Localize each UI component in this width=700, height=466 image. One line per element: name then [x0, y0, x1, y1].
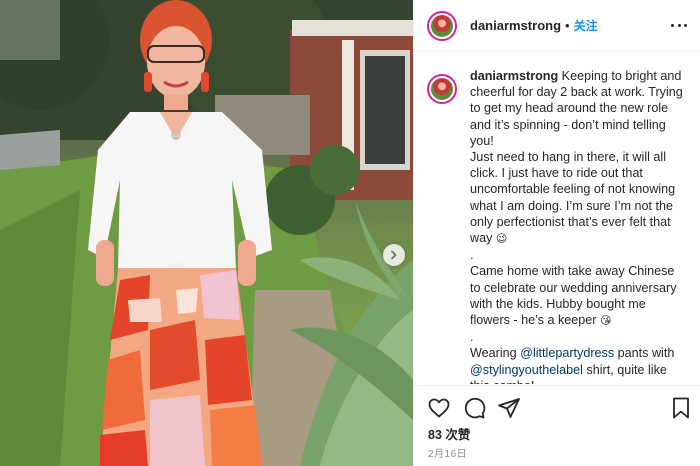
- caption-paragraph-1: daniarmstrong Keeping to bright and chee…: [470, 68, 687, 149]
- wink-emoji: 😉: [495, 232, 508, 246]
- caption-paragraph-4: Wearing @littlepartydress pants with @st…: [470, 345, 687, 384]
- kiss-emoji: 😘: [599, 314, 612, 328]
- caption-line-4-prefix: Wearing: [470, 346, 517, 361]
- more-dot: [677, 23, 681, 27]
- caption-line-2: Just need to hang in there, it will all …: [470, 150, 676, 246]
- next-photo-button[interactable]: [383, 244, 405, 266]
- caption-row: daniarmstrong Keeping to bright and chee…: [414, 68, 700, 384]
- share-icon[interactable]: [497, 396, 521, 420]
- comments-area[interactable]: daniarmstrong Keeping to bright and chee…: [414, 68, 700, 384]
- mention-littlepartydress[interactable]: @littlepartydress: [520, 346, 614, 360]
- caption-dot-2: .: [470, 330, 474, 345]
- photo-illustration: [0, 0, 413, 466]
- more-dot: [671, 23, 674, 27]
- more-dot: [684, 23, 687, 27]
- separator-dot: •: [565, 18, 570, 33]
- instagram-post: daniarmstrong • 关注 daniarmstrong Keeping…: [0, 0, 700, 466]
- more-options-icon[interactable]: [671, 17, 687, 33]
- avatar-image: [431, 78, 453, 100]
- avatar-image: [431, 14, 453, 37]
- post-photo[interactable]: [0, 0, 413, 466]
- post-date[interactable]: 2月16日: [428, 445, 467, 460]
- comment-icon[interactable]: [462, 396, 486, 420]
- caption-paragraph-2: Just need to hang in there, it will all …: [470, 149, 687, 247]
- chevron-right-icon: [391, 250, 397, 260]
- header-username[interactable]: daniarmstrong: [470, 18, 561, 33]
- caption-line-4-mid: pants with: [617, 346, 675, 361]
- caption-username[interactable]: daniarmstrong: [470, 69, 558, 83]
- follow-button[interactable]: 关注: [574, 17, 598, 34]
- caption-dot-1: .: [470, 248, 474, 263]
- bookmark-icon[interactable]: [669, 396, 693, 420]
- heart-icon[interactable]: [427, 396, 451, 420]
- caption-avatar[interactable]: [427, 74, 457, 104]
- mention-stylingyouthelabel[interactable]: @stylingyouthelabel: [470, 363, 583, 377]
- caption-paragraph-3: Came home with take away Chinese to cele…: [470, 263, 687, 329]
- caption-line-3: Came home with take away Chinese to cele…: [470, 264, 677, 328]
- caption-text: daniarmstrong Keeping to bright and chee…: [470, 68, 687, 384]
- action-bar: [414, 385, 700, 425]
- likes-count[interactable]: 83 次赞: [428, 424, 470, 443]
- post-side-panel: daniarmstrong • 关注 daniarmstrong Keeping…: [413, 0, 700, 466]
- post-header: daniarmstrong • 关注: [414, 0, 700, 52]
- avatar[interactable]: [427, 10, 457, 41]
